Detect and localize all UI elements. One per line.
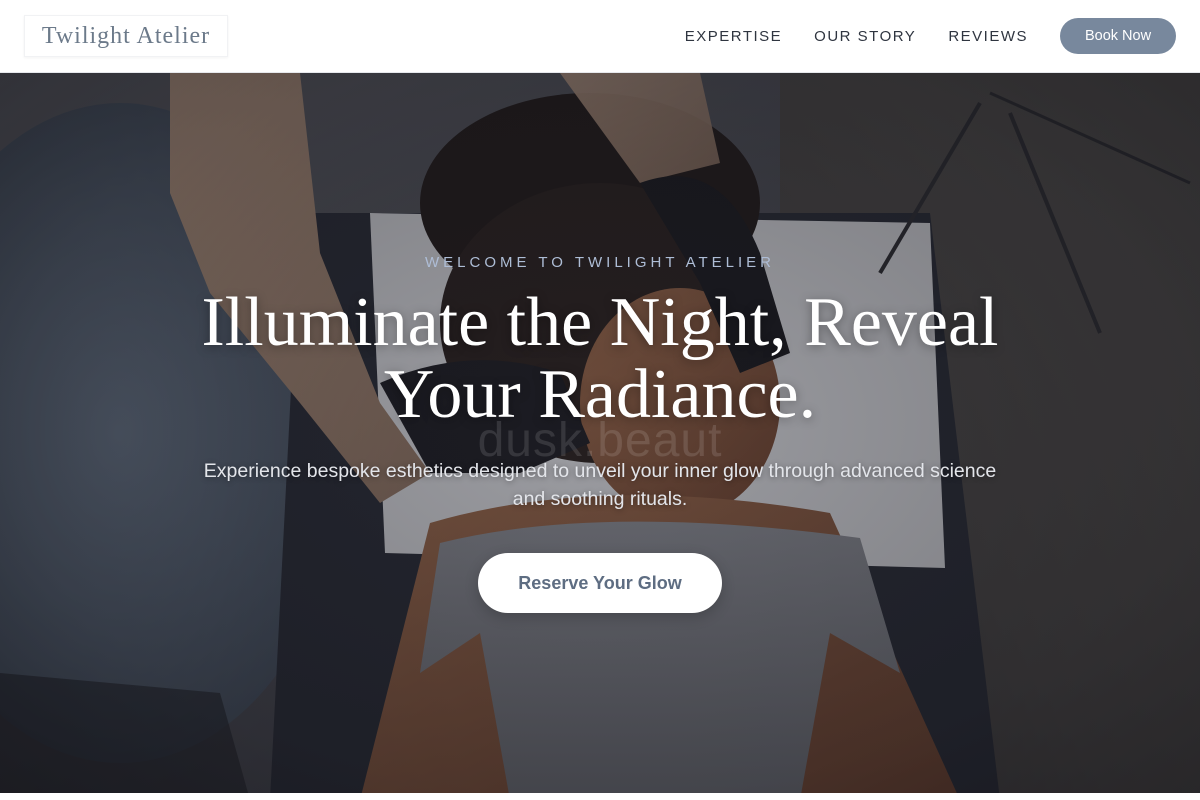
- hero-headline-line-1: Illuminate the Night, Reveal: [201, 284, 999, 361]
- hero-eyebrow: WELCOME TO TWILIGHT ATELIER: [425, 254, 775, 271]
- hero-headline: Illuminate the Night, Reveal Your Radian…: [150, 287, 1050, 431]
- reserve-your-glow-button[interactable]: Reserve Your Glow: [478, 553, 722, 613]
- book-now-button[interactable]: Book Now: [1060, 18, 1176, 54]
- nav-link-our-story[interactable]: OUR STORY: [814, 28, 916, 45]
- hero-content: WELCOME TO TWILIGHT ATELIER Illuminate t…: [0, 73, 1200, 800]
- hero-subheading: Experience bespoke esthetics designed to…: [203, 460, 997, 510]
- hero-section: WELCOME TO TWILIGHT ATELIER Illuminate t…: [0, 73, 1200, 800]
- nav-link-reviews[interactable]: REVIEWS: [948, 28, 1028, 45]
- main-nav: EXPERTISE OUR STORY REVIEWS Book Now: [685, 18, 1176, 54]
- nav-link-expertise[interactable]: EXPERTISE: [685, 28, 782, 45]
- site-header: Twilight Atelier EXPERTISE OUR STORY REV…: [0, 0, 1200, 73]
- hero-bottom-edge: [0, 793, 1200, 800]
- brand-logo[interactable]: Twilight Atelier: [24, 15, 228, 57]
